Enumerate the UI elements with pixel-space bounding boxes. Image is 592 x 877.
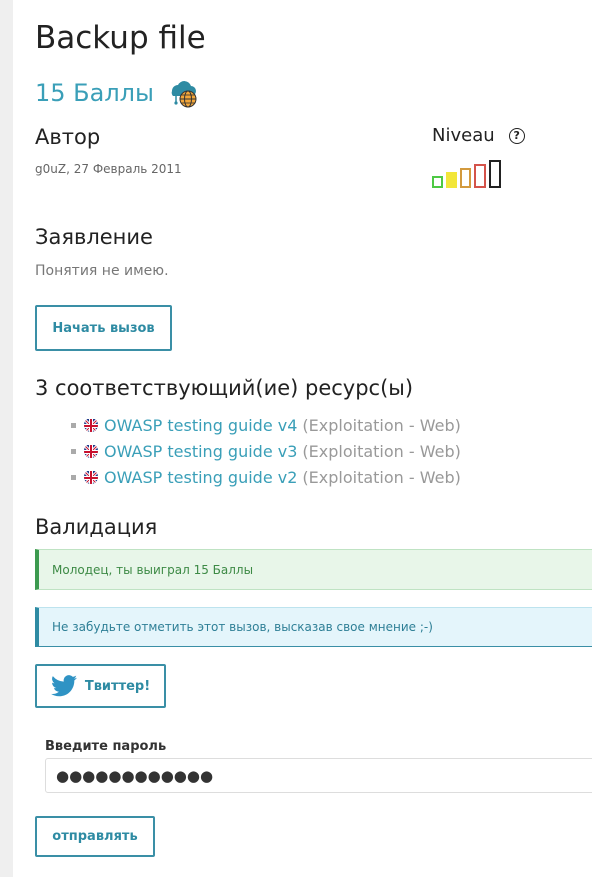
info-message: Не забудьте отметить этот вызов, высказа… (52, 620, 433, 634)
success-alert: Молодец, ты выиграл 15 Баллы (35, 549, 592, 590)
level-heading: Niveau ? (432, 125, 525, 146)
password-label: Введите пароль (45, 739, 167, 754)
resource-category: (Exploitation - Web) (302, 441, 461, 461)
bullet-icon (71, 448, 76, 454)
resource-item: OWASP testing guide v2 (Exploitation - W… (71, 464, 461, 490)
author-name[interactable]: g0uZ, (35, 162, 70, 176)
level-bar (489, 160, 501, 188)
level-label: Niveau (432, 125, 495, 146)
info-alert: Не забудьте отметить этот вызов, высказа… (35, 607, 592, 647)
level-bar (460, 168, 471, 188)
resource-link[interactable]: OWASP testing guide v4 (104, 416, 297, 435)
resource-category: (Exploitation - Web) (302, 467, 461, 487)
uk-flag-icon (84, 444, 98, 458)
success-message: Молодец, ты выиграл 15 Баллы (52, 562, 254, 577)
bullet-icon (71, 422, 76, 428)
twitter-button-label: Твиттер! (84, 678, 151, 694)
resource-category: (Exploitation - Web) (302, 415, 461, 435)
password-field[interactable] (45, 758, 592, 793)
resource-item: OWASP testing guide v3 (Exploitation - W… (71, 438, 461, 464)
twitter-bird-icon (50, 675, 77, 697)
twitter-share-button[interactable]: Твиттер! (35, 664, 166, 708)
statement-text: Понятия не имею. (35, 263, 169, 279)
resources-heading: 3 соответствующий(ие) ресурс(ы) (35, 376, 414, 400)
statement-heading: Заявление (35, 225, 153, 249)
cloud-globe-icon (166, 76, 200, 110)
left-sidebar-strip (0, 0, 13, 877)
submit-button[interactable]: отправлять (35, 816, 155, 857)
challenge-title: Backup file (35, 20, 206, 56)
help-circle-icon[interactable]: ? (508, 127, 525, 144)
level-bar (446, 172, 457, 188)
resources-list: OWASP testing guide v4 (Exploitation - W… (71, 412, 461, 490)
author-heading: Автор (35, 125, 101, 149)
author-date: 27 Февраль 2011 (73, 162, 182, 176)
bullet-icon (71, 474, 76, 480)
start-challenge-button[interactable]: Начать вызов (35, 305, 172, 351)
resource-item: OWASP testing guide v4 (Exploitation - W… (71, 412, 461, 438)
level-bar (432, 176, 443, 188)
validation-heading: Валидация (35, 515, 158, 539)
uk-flag-icon (84, 418, 98, 432)
uk-flag-icon (84, 470, 98, 484)
resource-link[interactable]: OWASP testing guide v3 (104, 442, 297, 461)
author-info: g0uZ, 27 Февраль 2011 (35, 162, 182, 176)
points-label: 15 Баллы (35, 79, 154, 107)
resource-link[interactable]: OWASP testing guide v2 (104, 468, 297, 487)
level-bars (432, 160, 501, 188)
challenge-points: 15 Баллы (35, 76, 200, 110)
level-bar (474, 164, 486, 188)
